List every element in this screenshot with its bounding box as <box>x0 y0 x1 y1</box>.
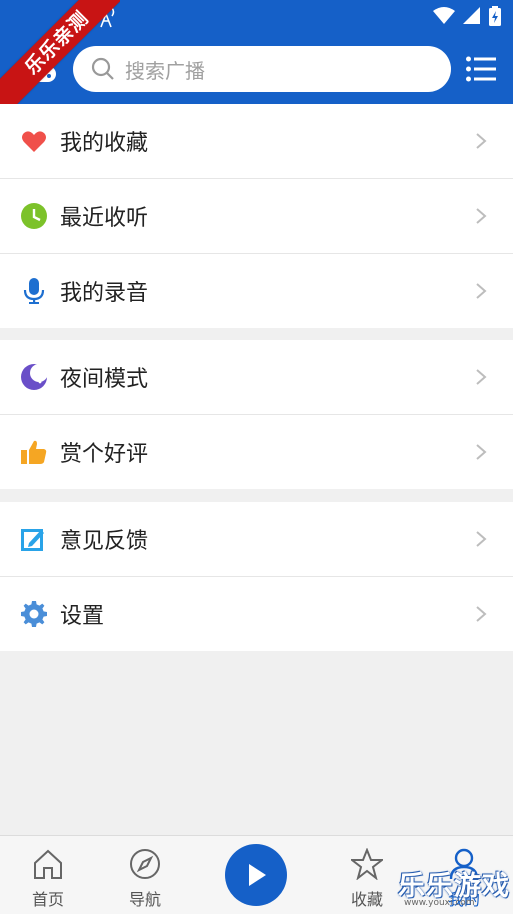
menu-group-2: 夜间模式 赏个好评 <box>0 340 513 489</box>
nav-home[interactable]: 首页 <box>18 848 78 910</box>
menu-item-night-mode[interactable]: 夜间模式 <box>0 340 513 415</box>
chevron-right-icon <box>475 282 487 304</box>
search-input[interactable]: 搜索广播 <box>73 46 451 92</box>
menu-item-settings[interactable]: 设置 <box>0 577 513 651</box>
nav-mine[interactable]: 我的 <box>434 848 494 910</box>
menu-group-1: 我的收藏 最近收听 我的录音 <box>0 104 513 328</box>
chevron-right-icon <box>475 443 487 465</box>
menu-item-favorites[interactable]: 我的收藏 <box>0 104 513 179</box>
chevron-right-icon <box>475 605 487 627</box>
nav-navigate-label: 导航 <box>128 890 161 909</box>
signal-icon <box>463 7 480 24</box>
clock-icon <box>21 203 47 229</box>
menu-group-3: 意见反馈 设置 <box>0 502 513 651</box>
nav-home-label: 首页 <box>31 890 64 909</box>
thumbs-up-icon <box>21 439 47 465</box>
status-bar-icons <box>433 6 501 26</box>
menu-item-label: 意见反馈 <box>60 529 149 554</box>
home-icon <box>34 849 62 879</box>
gear-icon <box>21 601 47 627</box>
play-button[interactable] <box>225 844 287 906</box>
menu-item-label: 赏个好评 <box>60 442 149 467</box>
app-header: 搜索广播 乐乐亲测 <box>0 0 513 120</box>
menu-item-recordings[interactable]: 我的录音 <box>0 254 513 328</box>
bottom-navigation: 首页 导航 收藏 我的 <box>0 835 513 914</box>
battery-icon <box>489 6 501 26</box>
compass-icon <box>130 849 160 879</box>
menu-item-feedback[interactable]: 意见反馈 <box>0 502 513 577</box>
menu-list-button[interactable] <box>466 56 496 82</box>
gamepad-icon[interactable] <box>20 64 58 88</box>
chevron-right-icon <box>475 368 487 390</box>
menu-item-rate[interactable]: 赏个好评 <box>0 415 513 489</box>
nav-favorites[interactable]: 收藏 <box>337 847 397 910</box>
play-icon <box>249 864 266 886</box>
nav-navigate[interactable]: 导航 <box>115 848 175 910</box>
microphone-icon <box>21 278 47 304</box>
nav-mine-label: 我的 <box>447 890 480 909</box>
menu-item-label: 夜间模式 <box>60 367 149 392</box>
chevron-right-icon <box>475 207 487 229</box>
chevron-right-icon <box>475 132 487 154</box>
menu-item-label: 设置 <box>60 604 105 629</box>
menu-item-label: 我的录音 <box>60 281 149 306</box>
menu-item-label: 最近收听 <box>60 206 149 231</box>
star-icon <box>349 847 385 881</box>
edit-icon <box>21 526 47 552</box>
nav-favorites-label: 收藏 <box>350 890 383 909</box>
radio-tower-icon <box>95 6 117 32</box>
search-icon <box>91 57 115 81</box>
wifi-icon <box>433 7 455 24</box>
search-placeholder: 搜索广播 <box>125 58 205 83</box>
menu-item-recent[interactable]: 最近收听 <box>0 179 513 254</box>
heart-icon <box>21 128 47 154</box>
person-icon <box>449 848 479 880</box>
menu-item-label: 我的收藏 <box>60 131 149 156</box>
chevron-right-icon <box>475 530 487 552</box>
moon-icon <box>21 364 48 390</box>
